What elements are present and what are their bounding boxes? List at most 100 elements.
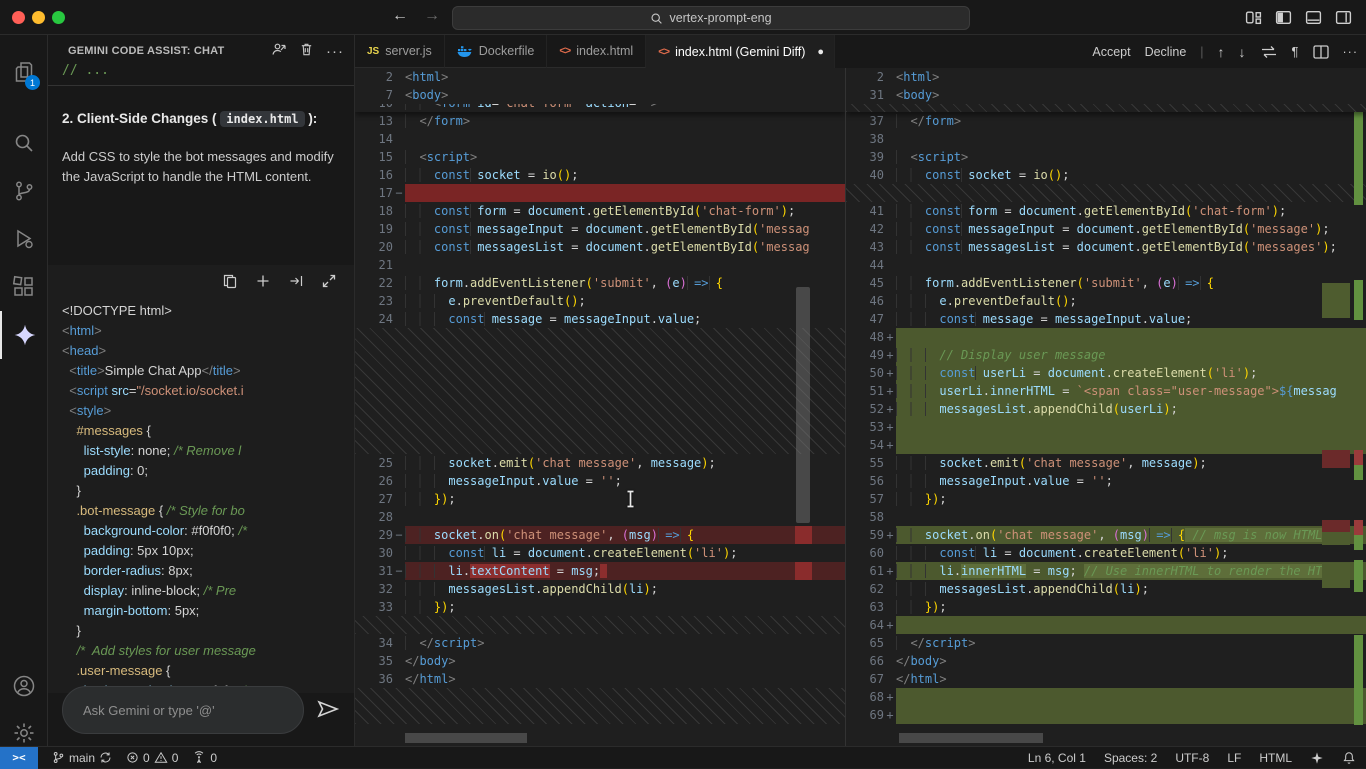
back-icon[interactable]: ← [392, 7, 408, 25]
sidebar-item-extensions[interactable] [0, 263, 48, 311]
sidebar-item-gemini[interactable] [0, 311, 48, 359]
panel-right-icon[interactable] [1335, 9, 1352, 26]
branch-indicator[interactable]: main [52, 751, 112, 765]
warning-icon [154, 751, 168, 764]
line-number: 69 [846, 706, 884, 724]
line-number: 13 [355, 112, 393, 130]
line-number: 44 [846, 256, 884, 274]
previous-change-icon[interactable]: ↑ [1218, 44, 1225, 60]
line-number: 34 [355, 634, 393, 652]
copy-icon[interactable] [222, 273, 238, 294]
plus-icon[interactable] [255, 273, 271, 294]
next-change-icon[interactable]: ↓ [1239, 44, 1246, 60]
split-editor-icon[interactable] [1313, 45, 1329, 59]
eol-indicator[interactable]: LF [1227, 751, 1241, 765]
swap-icon[interactable] [1260, 45, 1278, 59]
code-line: <!DOCTYPE html> [62, 301, 256, 321]
diff-row: 44 [846, 256, 1366, 274]
insert-into-file-icon[interactable] [288, 273, 304, 294]
heading-text: 2. Client-Side Changes ( [62, 111, 217, 126]
search-icon [650, 12, 663, 25]
diff-row: 28 [355, 508, 845, 526]
send-icon[interactable] [316, 698, 340, 725]
diff-row: 10 <form id="chat-form" action=""> [355, 104, 845, 112]
trash-icon[interactable] [299, 41, 314, 62]
diff-row: 35</body> [355, 652, 845, 670]
code-line: <script src="/socket.io/socket.i [62, 381, 256, 401]
expand-icon[interactable] [321, 273, 337, 294]
line-number: 62 [846, 580, 884, 598]
forward-icon[interactable]: → [424, 7, 440, 25]
tab-label: Dockerfile [479, 44, 535, 58]
horizontal-scrollbar[interactable] [405, 733, 527, 743]
scrollbar-thumb[interactable] [796, 287, 810, 523]
diff-row: 14 [355, 130, 845, 148]
panel-bottom-icon[interactable] [1305, 9, 1322, 26]
collapsed-region [846, 184, 1366, 202]
problems-indicator[interactable]: 0 0 [126, 751, 178, 765]
overview-ruler[interactable] [1352, 68, 1366, 746]
decline-button[interactable]: Decline [1145, 45, 1187, 59]
ports-indicator[interactable]: 0 [192, 751, 217, 765]
dirty-indicator[interactable]: ● [817, 46, 824, 58]
tab-index-html[interactable]: <> index.html [547, 35, 646, 68]
diff-original-pane[interactable]: 13 </form>1415 <script>16 const socket =… [355, 68, 845, 746]
accept-button[interactable]: Accept [1092, 45, 1130, 59]
notifications-bell-icon[interactable] [1342, 751, 1356, 765]
tab-server-js[interactable]: JS server.js [355, 35, 445, 68]
diff-row: 59+ socket.on('chat message', (msg) => {… [846, 526, 1366, 544]
divider [48, 85, 354, 86]
diff-modified-pane[interactable]: 37 </form>3839 <script>40 const socket =… [845, 68, 1366, 746]
line-number: 22 [355, 274, 393, 292]
input-placeholder: Ask Gemini or type '@' [83, 703, 215, 718]
diff-row: 25 socket.emit('chat message', message); [355, 454, 845, 472]
line-number: 66 [846, 652, 884, 670]
line-number: 67 [846, 670, 884, 688]
language-mode[interactable]: HTML [1259, 751, 1292, 765]
line-number: 15 [355, 148, 393, 166]
code-line: padding: 0; [62, 461, 256, 481]
sidebar-item-explorer[interactable]: 1 [0, 48, 48, 96]
sidebar-item-search[interactable] [0, 119, 48, 167]
sync-icon [99, 751, 112, 764]
command-center-search[interactable]: vertex-prompt-eng [452, 6, 970, 30]
horizontal-scrollbar[interactable] [899, 733, 1043, 743]
maximize-window-button[interactable] [52, 11, 65, 24]
overview-ruler[interactable] [795, 68, 812, 746]
line-number: 21 [355, 256, 393, 274]
minimize-window-button[interactable] [32, 11, 45, 24]
editor-actions: Accept Decline | ↑ ↓ ¶ ··· [1092, 35, 1358, 68]
sidebar-item-source-control[interactable] [0, 167, 48, 215]
cursor-position[interactable]: Ln 6, Col 1 [1028, 751, 1086, 765]
gemini-chat-input[interactable]: Ask Gemini or type '@' [62, 686, 304, 734]
git-branch-icon [52, 751, 65, 764]
encoding-indicator[interactable]: UTF-8 [1175, 751, 1209, 765]
previous-code-tail: // ... [62, 63, 109, 78]
diff-row: 61+ li.innerHTML = msg; // Use innerHTML… [846, 562, 1366, 580]
copilot-sparkle-icon[interactable] [1310, 751, 1324, 765]
code-line: border-radius: 8px; [62, 561, 256, 581]
code-line: #messages { [62, 421, 256, 441]
remote-indicator[interactable]: >< [0, 747, 38, 769]
line-number: 63 [846, 598, 884, 616]
diff-row: 19 const messageInput = document.getElem… [355, 220, 845, 238]
accounts-button[interactable] [0, 662, 48, 710]
sidebar-item-run-debug[interactable] [0, 215, 48, 263]
line-number: 36 [355, 670, 393, 688]
tab-dockerfile[interactable]: Dockerfile [445, 35, 548, 68]
share-conversation-icon[interactable] [271, 41, 287, 62]
panel-left-icon[interactable] [1275, 9, 1292, 26]
tab-index-html-gemini-diff[interactable]: <> index.html (Gemini Diff) ● [646, 35, 835, 68]
pilcrow-icon[interactable]: ¶ [1292, 44, 1299, 59]
line-number: 45 [846, 274, 884, 292]
indentation-indicator[interactable]: Spaces: 2 [1104, 751, 1157, 765]
collapsed-region [355, 688, 845, 724]
diff-row: 53+ [846, 418, 1366, 436]
ellipsis-icon[interactable]: ··· [326, 43, 344, 60]
close-window-button[interactable] [12, 11, 25, 24]
ellipsis-icon[interactable]: ··· [1343, 45, 1359, 59]
diff-row: 67</html> [846, 670, 1366, 688]
customize-layout-icon[interactable] [1245, 9, 1262, 26]
diff-row: 54+ [846, 436, 1366, 454]
diff-row: 42 const messageInput = document.getElem… [846, 220, 1366, 238]
